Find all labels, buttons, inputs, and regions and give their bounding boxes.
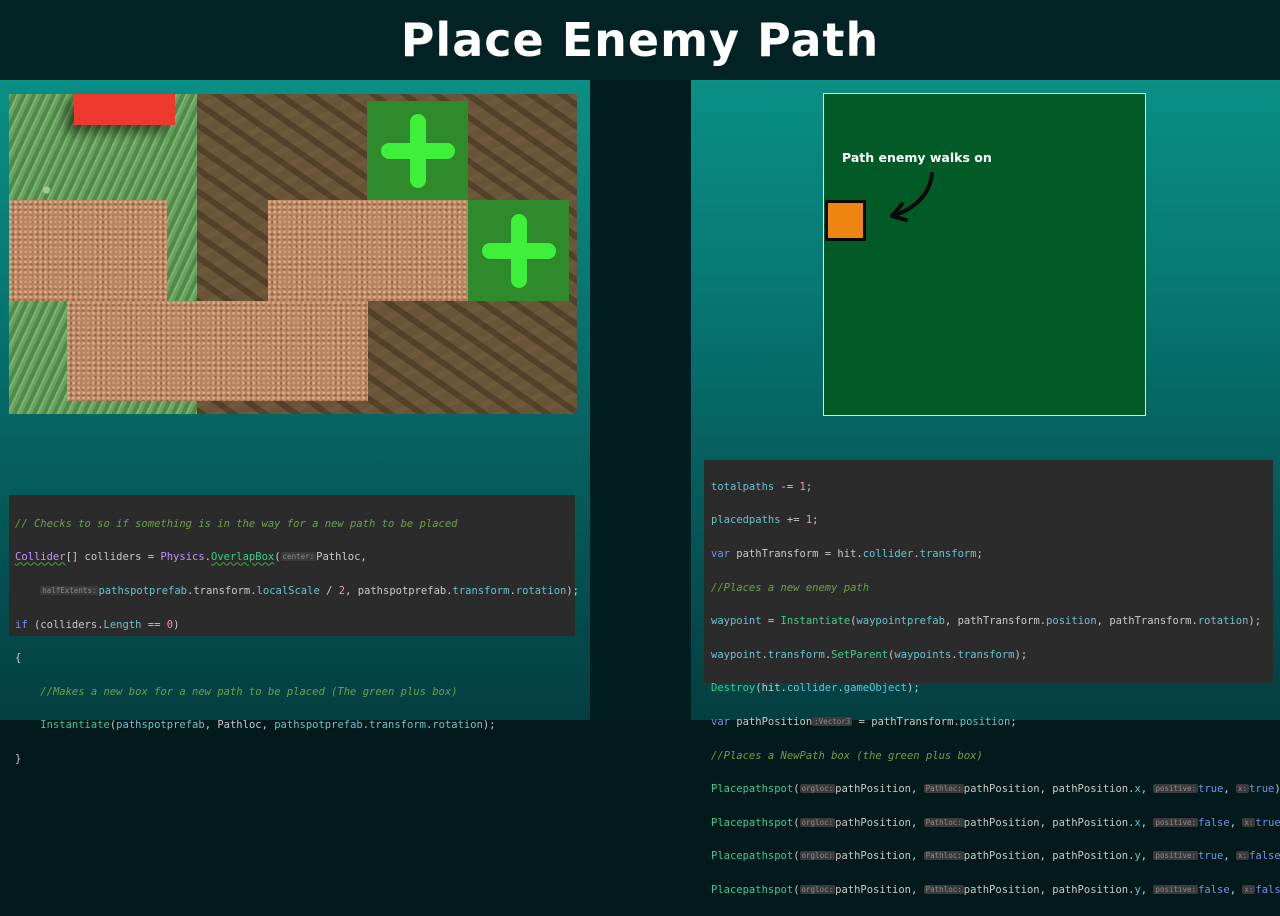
code-line: if (colliders.Length == 0) (15, 618, 180, 631)
code-line: //Places a new enemy path (711, 581, 870, 594)
code-line: { (15, 652, 22, 665)
code-line: var pathPosition:Vector3 = pathTransform… (711, 715, 1017, 728)
code-line: Placepathspot(orgloc: pathPosition, Pathl… (711, 850, 1280, 863)
code-line: Destroy(hit.collider.gameObject); (711, 682, 920, 695)
path-tile (268, 200, 468, 301)
code-line: //Places a NewPath box (the green plus b… (711, 749, 983, 762)
code-block-right: totalpaths -= 1; placedpaths += 1; var p… (704, 460, 1280, 896)
diagram-label: Path enemy walks on (842, 150, 992, 165)
curved-arrow-icon (890, 172, 934, 222)
code-line: Placepathspot(orgloc: pathPosition, Pathl… (711, 816, 1280, 829)
code-line: Collider[] colliders = Physics.OverlapBo… (15, 551, 367, 564)
code-line: halfExtents: pathspotprefab.transform.loc… (40, 584, 579, 597)
code-line: var pathTransform = hit.collider.transfo… (711, 547, 983, 560)
header-bar: Place Enemy Path (0, 0, 1280, 80)
center-divider (590, 80, 691, 720)
path-diagram: Path enemy walks on (823, 93, 1146, 416)
new-path-plus-tile[interactable] (468, 200, 569, 301)
new-path-plus-tile[interactable] (367, 101, 468, 200)
code-line: waypoint = Instantiate(waypointprefab, p… (711, 615, 1262, 628)
path-tile (9, 200, 167, 301)
red-block (74, 94, 175, 125)
code-line: placedpaths += 1; (711, 514, 819, 527)
plus-icon (380, 113, 455, 188)
code-line: //Makes a new box for a new path to be p… (40, 685, 458, 698)
code-line: } (15, 752, 22, 765)
code-line: waypoint.transform.SetParent(waypoints.t… (711, 648, 1028, 661)
code-line: // Checks to so if something is in the w… (15, 517, 458, 530)
game-view (9, 94, 577, 414)
path-tile (67, 301, 368, 401)
enemy-path-marker (825, 200, 866, 241)
code-line: totalpaths -= 1; (711, 480, 813, 493)
plus-icon (481, 213, 556, 288)
page-title: Place Enemy Path (400, 13, 880, 67)
code-line: Placepathspot(orgloc: pathPosition, Pathl… (711, 783, 1280, 796)
code-line: Placepathspot(orgloc: pathPosition, Pathl… (711, 883, 1280, 896)
code-block-left: // Checks to so if something is in the w… (9, 495, 579, 765)
